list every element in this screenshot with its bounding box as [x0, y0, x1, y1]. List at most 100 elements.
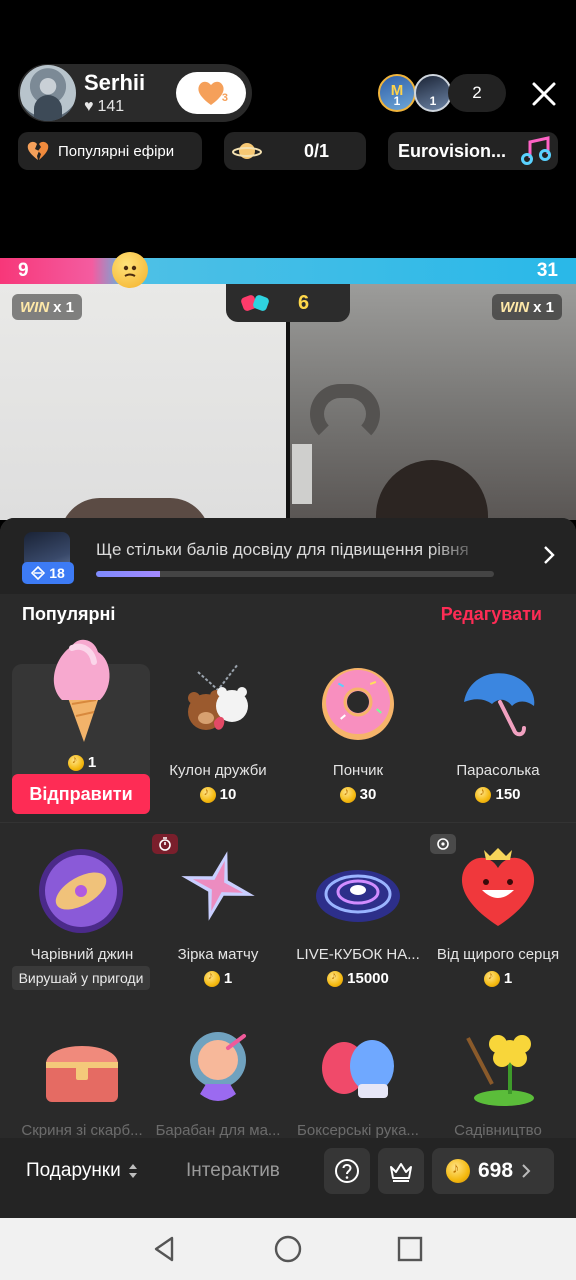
coin-icon: [475, 786, 492, 803]
gift-name: Барабан для ма...: [155, 1122, 281, 1139]
back-icon[interactable]: [150, 1234, 180, 1264]
goal-value: 0/1: [304, 140, 330, 161]
ceiling-light: [292, 444, 312, 504]
coin-icon: [483, 970, 500, 987]
gift-price: 30: [288, 786, 428, 803]
car-handle: [310, 384, 380, 444]
coin-icon: [67, 754, 84, 771]
tab-gifts[interactable]: Подарунки: [26, 1160, 139, 1182]
gift-ice-cream[interactable]: 1: [12, 634, 152, 794]
level-progress-text: Ще стільки балів досвіду для підвищення …: [96, 540, 469, 559]
heart-face-icon: [461, 848, 535, 926]
right-score: 31: [536, 260, 558, 281]
viewer-avatar[interactable]: 1: [414, 74, 452, 112]
win-label: WIN: [499, 298, 530, 316]
gift-price-value: 1: [223, 970, 233, 987]
gift-price-value: 30: [359, 786, 377, 803]
host-avatar[interactable]: [20, 65, 76, 121]
gift-from-heart[interactable]: Від щирого серця 1: [428, 846, 568, 1006]
level-progress-row[interactable]: 18 Ще стільки балів досвіду для підвищен…: [0, 518, 576, 594]
tab-gifts-label: Подарунки: [26, 1160, 121, 1181]
gift-price-value: 10: [219, 786, 237, 803]
gift-name: LIVE-КУБОК НА...: [296, 946, 420, 963]
level-number: 18: [49, 565, 65, 581]
sort-arrows-icon: [128, 1164, 137, 1178]
subscriber-button[interactable]: [378, 1148, 424, 1194]
gift-name: Скриня зі скарб...: [21, 1122, 143, 1139]
edit-button[interactable]: Редагувати: [441, 604, 542, 625]
follow-badge: 3: [221, 92, 228, 104]
coin-icon: [327, 970, 344, 987]
gift-price: 1: [428, 970, 568, 987]
coin-balance: 698: [478, 1159, 514, 1182]
chevron-right-icon: [522, 1164, 531, 1178]
level-progress-fill: [96, 571, 160, 577]
music-title: Eurovision...: [398, 140, 507, 161]
coin-icon: [203, 970, 220, 987]
gift-price: 10: [148, 786, 288, 803]
viewer-count[interactable]: 2: [448, 74, 506, 112]
vortex-icon: [316, 870, 400, 922]
umbrella-icon: [464, 673, 535, 737]
host-likes-count: 141: [97, 98, 125, 115]
gift-price-value: 15000: [347, 970, 389, 987]
gift-friendship-pendant[interactable]: Кулон дружби 10: [148, 662, 288, 822]
gift-umbrella[interactable]: Парасолька 150: [428, 662, 568, 822]
tab-interactive-label: Інтерактив: [186, 1160, 280, 1181]
crown-icon: [390, 1163, 412, 1182]
viewer-avatar[interactable]: M 1: [378, 74, 416, 112]
gift-match-star[interactable]: Зірка матчу 1: [148, 846, 288, 1006]
win-mult: x 1: [53, 298, 75, 316]
host-info[interactable]: Serhii ♥ 141 3: [18, 64, 252, 122]
left-score: 9: [18, 260, 29, 281]
viewer-level: 1: [429, 94, 437, 108]
close-icon: [532, 82, 556, 106]
gift-name: Садівництво: [454, 1122, 542, 1139]
flower-icon: [466, 1035, 534, 1106]
win-streak-right: WIN x 1: [491, 294, 562, 320]
host-name: Serhii: [84, 70, 146, 95]
gift-description: Вирушай у пригоди: [12, 966, 150, 990]
broken-heart-icon: [27, 141, 49, 160]
genie-orb-icon: [39, 849, 123, 933]
home-icon[interactable]: [273, 1234, 303, 1264]
win-mult: x 1: [533, 298, 554, 316]
music-chip[interactable]: Eurovision...: [388, 132, 558, 170]
gift-price: 1: [148, 970, 288, 987]
system-nav-bar: [0, 1218, 576, 1280]
battle-timer-chip[interactable]: 6: [226, 284, 350, 322]
level-badge: 18: [22, 562, 74, 584]
worried-face-icon: [112, 252, 148, 288]
treasure-chest-icon: [46, 1046, 118, 1102]
gift-price-value: 150: [495, 786, 521, 803]
coin-icon: [199, 786, 216, 803]
host-likes: ♥ 141: [84, 98, 124, 116]
tab-interactive[interactable]: Інтерактив: [186, 1160, 280, 1182]
gift-panel-footer: Подарунки Інтерактив 698: [0, 1138, 576, 1218]
coin-balance-button[interactable]: 698: [432, 1148, 554, 1194]
section-title: Популярні: [22, 604, 116, 624]
boxing-gloves-icon: [322, 1040, 394, 1098]
right-streamer-head: [376, 460, 488, 520]
recents-icon[interactable]: [395, 1234, 425, 1264]
win-streak-left: WIN x 1: [12, 294, 83, 320]
row-divider: [0, 822, 576, 823]
battle-score-bar: 9 31: [0, 258, 576, 284]
gift-donut[interactable]: Пончик 30: [288, 662, 428, 822]
send-gift-button[interactable]: Відправити: [12, 774, 150, 814]
gift-live-cup[interactable]: LIVE-КУБОК НА... 15000: [288, 846, 428, 1006]
music-note-icon: [521, 136, 551, 165]
follow-button[interactable]: 3: [176, 72, 246, 114]
viewer-initial: M: [390, 82, 404, 99]
goal-chip[interactable]: 0/1: [224, 132, 366, 170]
popular-lives-label: Популярні ефіри: [58, 142, 175, 160]
live-header: Serhii ♥ 141 3 M 1 1 2 Популярні ефіри 0…: [0, 0, 576, 258]
drum-icon: [190, 1032, 246, 1101]
popular-lives-chip[interactable]: Популярні ефіри: [18, 132, 202, 170]
close-button[interactable]: [524, 76, 564, 112]
gift-name: Боксерські рука...: [297, 1122, 419, 1139]
help-button[interactable]: [324, 1148, 370, 1194]
gift-name: Зірка матчу: [177, 946, 259, 963]
win-label: WIN: [20, 298, 50, 316]
star-icon: [181, 851, 255, 921]
